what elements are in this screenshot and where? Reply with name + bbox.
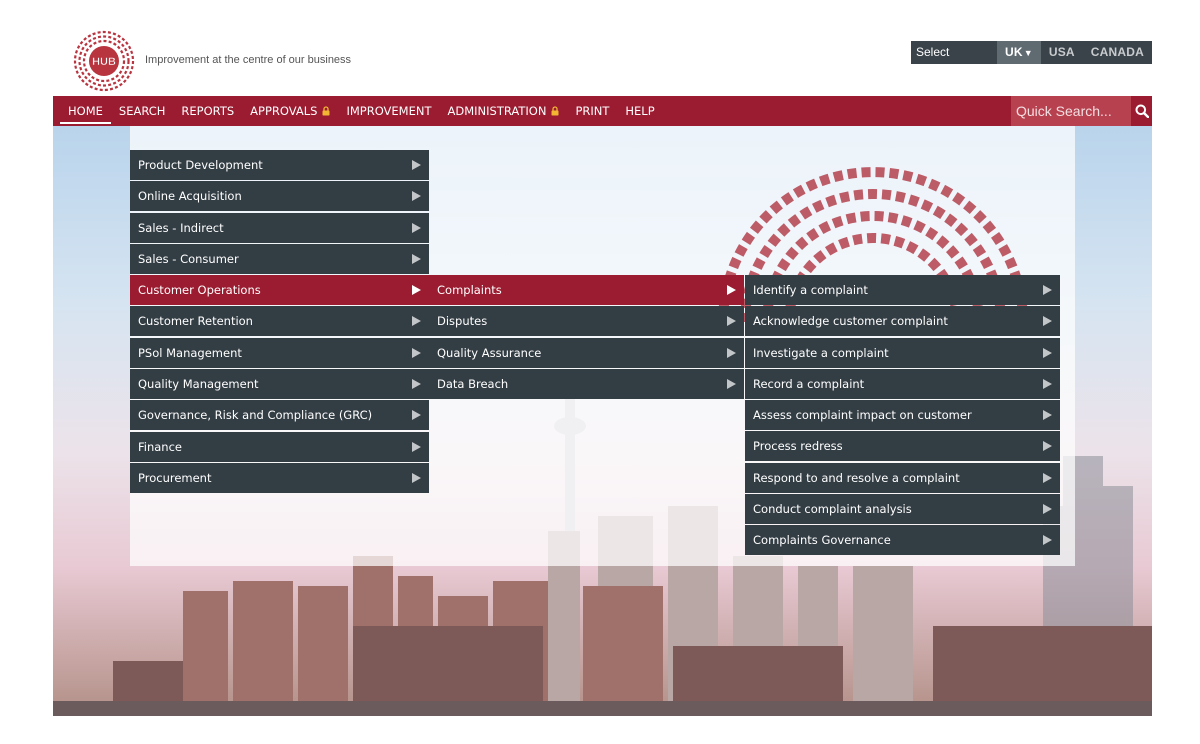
region-selector: Select Region: UK▼ USA CANADA [911,41,1152,82]
chevron-right-icon [412,222,421,233]
nav-search[interactable]: SEARCH [111,96,174,126]
menu-item-quality-assurance[interactable]: Quality Assurance [429,337,744,368]
search-button[interactable] [1131,96,1152,126]
menu-item-online-acquisition[interactable]: Online Acquisition [130,181,429,212]
chevron-right-icon [412,160,421,170]
chevron-right-icon [1043,316,1052,327]
app-frame: HUB Improvement at the centre of our bus… [53,24,1152,716]
chevron-right-icon [727,316,736,327]
chevron-right-icon [1043,535,1052,546]
menu-item-respond-resolve[interactable]: Respond to and resolve a complaint [745,462,1060,493]
menu-item-disputes[interactable]: Disputes [429,306,744,337]
chevron-right-icon [727,285,736,295]
chevron-right-icon [1043,410,1052,421]
menu-item-product-development[interactable]: Product Development [130,150,429,180]
caret-down-icon: ▼ [1023,48,1033,58]
nav-help[interactable]: HELP [617,96,662,126]
chevron-right-icon [1043,285,1052,295]
menu-item-process-redress[interactable]: Process redress [745,431,1060,462]
menu-item-record-complaint[interactable]: Record a complaint [745,368,1060,399]
chevron-right-icon [727,378,736,389]
menu-level2: Complaints Disputes Quality Assurance Da… [429,275,744,400]
chevron-right-icon [412,191,421,202]
chevron-right-icon [412,253,421,264]
menu-item-customer-retention[interactable]: Customer Retention [130,306,429,337]
region-label: Select Region: [916,45,958,82]
menu-level3: Identify a complaint Acknowledge custome… [745,275,1060,557]
menu-item-sales-consumer[interactable]: Sales - Consumer [130,243,429,274]
chevron-right-icon [412,472,421,483]
chevron-right-icon [1043,441,1052,452]
lock-icon [322,106,330,116]
nav-print[interactable]: PRINT [567,96,617,126]
quick-search-input[interactable] [1011,96,1131,126]
menu-level1: Product Development Online Acquisition S… [130,150,429,494]
search-icon [1135,104,1149,118]
chevron-right-icon [412,441,421,452]
region-option-uk[interactable]: UK▼ [997,41,1041,64]
chevron-right-icon [412,379,421,390]
nav-home[interactable]: HOME [60,96,111,126]
nav-approvals[interactable]: APPROVALS [242,96,338,126]
menu-item-assess-impact[interactable]: Assess complaint impact on customer [745,400,1060,431]
menu-item-acknowledge-complaint[interactable]: Acknowledge customer complaint [745,306,1060,337]
menu-item-psol-management[interactable]: PSol Management [130,337,429,368]
chevron-right-icon [412,285,421,296]
menu-item-finance[interactable]: Finance [130,431,429,462]
chevron-right-icon [412,410,421,421]
tagline: Improvement at the centre of our busines… [145,54,352,66]
chevron-right-icon [1043,347,1052,358]
nav-improvement[interactable]: IMPROVEMENT [338,96,439,126]
hub-logo[interactable]: HUB [73,30,135,92]
chevron-right-icon [727,347,736,358]
region-option-canada[interactable]: CANADA [1083,41,1152,64]
region-option-usa[interactable]: USA [1041,41,1083,64]
nav-reports[interactable]: REPORTS [173,96,242,126]
menu-item-complaints[interactable]: Complaints [429,275,744,305]
lock-icon [551,106,559,116]
nav-approvals-label: APPROVALS [250,104,318,118]
menu-item-complaints-governance[interactable]: Complaints Governance [745,525,1060,556]
menu-item-procurement[interactable]: Procurement [130,462,429,493]
menu-item-quality-management[interactable]: Quality Management [130,369,429,400]
menu-item-identify-complaint[interactable]: Identify a complaint [745,275,1060,305]
chevron-right-icon [1043,378,1052,389]
main-nav: HOME SEARCH REPORTS APPROVALS IMPROVEMEN… [53,96,1152,126]
nav-administration[interactable]: ADMINISTRATION [440,96,568,126]
menu-item-data-breach[interactable]: Data Breach [429,368,744,399]
menu-item-grc[interactable]: Governance, Risk and Compliance (GRC) [130,400,429,431]
menu-item-investigate-complaint[interactable]: Investigate a complaint [745,337,1060,368]
menu-item-customer-operations[interactable]: Customer Operations [130,275,429,306]
menu-item-sales-indirect[interactable]: Sales - Indirect [130,212,429,243]
menu-item-complaint-analysis[interactable]: Conduct complaint analysis [745,494,1060,525]
chevron-right-icon [1043,472,1052,483]
chevron-right-icon [412,316,421,327]
chevron-right-icon [412,347,421,358]
nav-administration-label: ADMINISTRATION [447,104,547,118]
chevron-right-icon [1043,504,1052,515]
logo-text: HUB [92,56,116,68]
